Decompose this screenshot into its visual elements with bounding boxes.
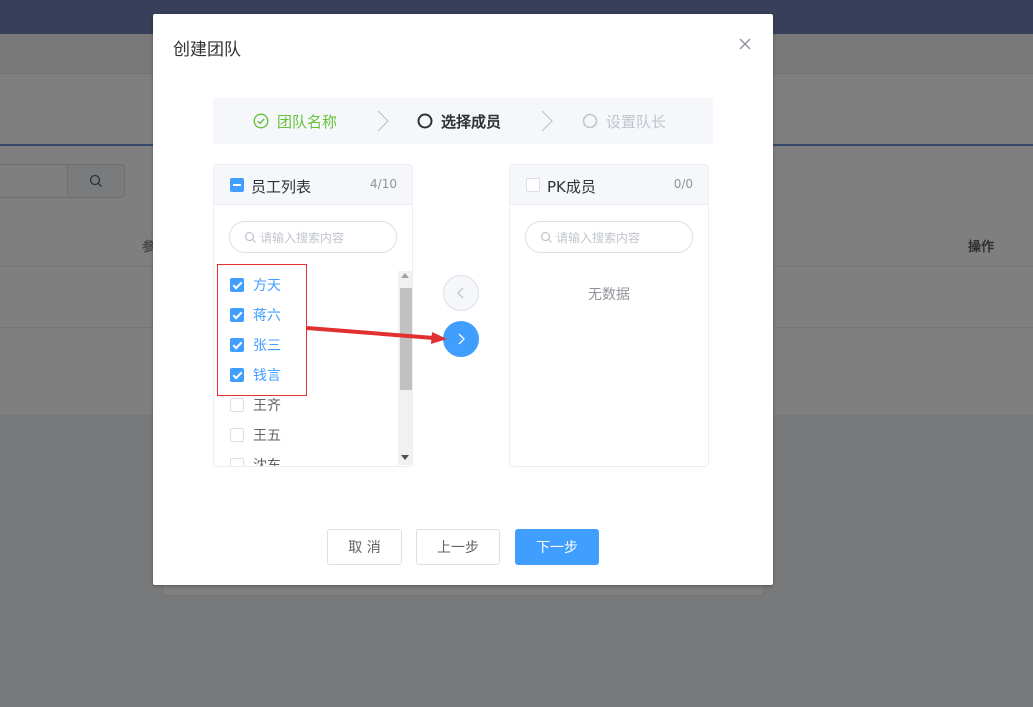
employee-search-field[interactable] — [229, 221, 397, 253]
step-label: 选择成员 — [441, 112, 502, 131]
circle-icon — [417, 113, 433, 129]
chevron-right-icon — [458, 333, 465, 345]
check-circle-icon — [253, 113, 269, 129]
scroll-down-arrow[interactable] — [401, 455, 409, 460]
search-icon — [244, 231, 256, 243]
step-label: 设置队长 — [606, 112, 667, 131]
list-scrollbar[interactable] — [398, 271, 412, 465]
chevron-right-icon — [377, 110, 389, 132]
member-search-field[interactable] — [525, 221, 693, 253]
previous-step-button[interactable]: 上一步 — [416, 529, 500, 565]
steps-bar: 团队名称 选择成员 设置队长 — [213, 98, 713, 144]
close-icon[interactable] — [737, 36, 753, 52]
step-select-members: 选择成员 — [417, 98, 501, 144]
step-label: 团队名称 — [277, 112, 338, 131]
chevron-left-icon — [457, 287, 464, 299]
move-right-button[interactable] — [443, 321, 479, 357]
scroll-up-arrow[interactable] — [401, 273, 409, 278]
panel-header: PK成员 0/0 — [510, 165, 708, 205]
panel-header: 员工列表 4/10 — [214, 165, 412, 205]
dialog-title: 创建团队 — [173, 40, 241, 60]
next-step-button[interactable]: 下一步 — [515, 529, 599, 565]
item-checkbox[interactable] — [230, 398, 244, 412]
annotation-highlight-box — [217, 264, 307, 396]
empty-state-text: 无数据 — [588, 287, 630, 303]
list-item[interactable]: 王齐 — [230, 393, 281, 417]
select-all-checkbox[interactable] — [230, 178, 244, 192]
panel-title: PK成员 — [547, 178, 596, 196]
item-label: 王齐 — [253, 398, 281, 414]
employee-search-input[interactable] — [260, 228, 390, 248]
step-set-captain: 设置队长 — [582, 98, 666, 144]
selection-count: 0/0 — [673, 177, 693, 191]
panel-title: 员工列表 — [251, 178, 312, 196]
circle-icon — [582, 113, 598, 129]
step-team-name: 团队名称 — [253, 98, 337, 144]
item-label: 王五 — [253, 428, 281, 444]
list-item[interactable]: 王五 — [230, 423, 281, 447]
move-left-button[interactable] — [443, 275, 479, 311]
member-search-input[interactable] — [556, 228, 686, 248]
search-icon — [540, 231, 552, 243]
cancel-button[interactable]: 取 消 — [327, 529, 402, 565]
scroll-thumb[interactable] — [400, 288, 412, 390]
item-label: 沈东 — [253, 458, 281, 467]
item-checkbox[interactable] — [230, 458, 244, 466]
selection-count: 4/10 — [370, 177, 397, 191]
pk-members-panel: PK成员 0/0 无数据 — [509, 164, 709, 467]
chevron-right-icon — [541, 110, 553, 132]
select-all-checkbox[interactable] — [526, 178, 540, 192]
item-checkbox[interactable] — [230, 428, 244, 442]
list-item[interactable]: 沈东 — [230, 453, 281, 467]
